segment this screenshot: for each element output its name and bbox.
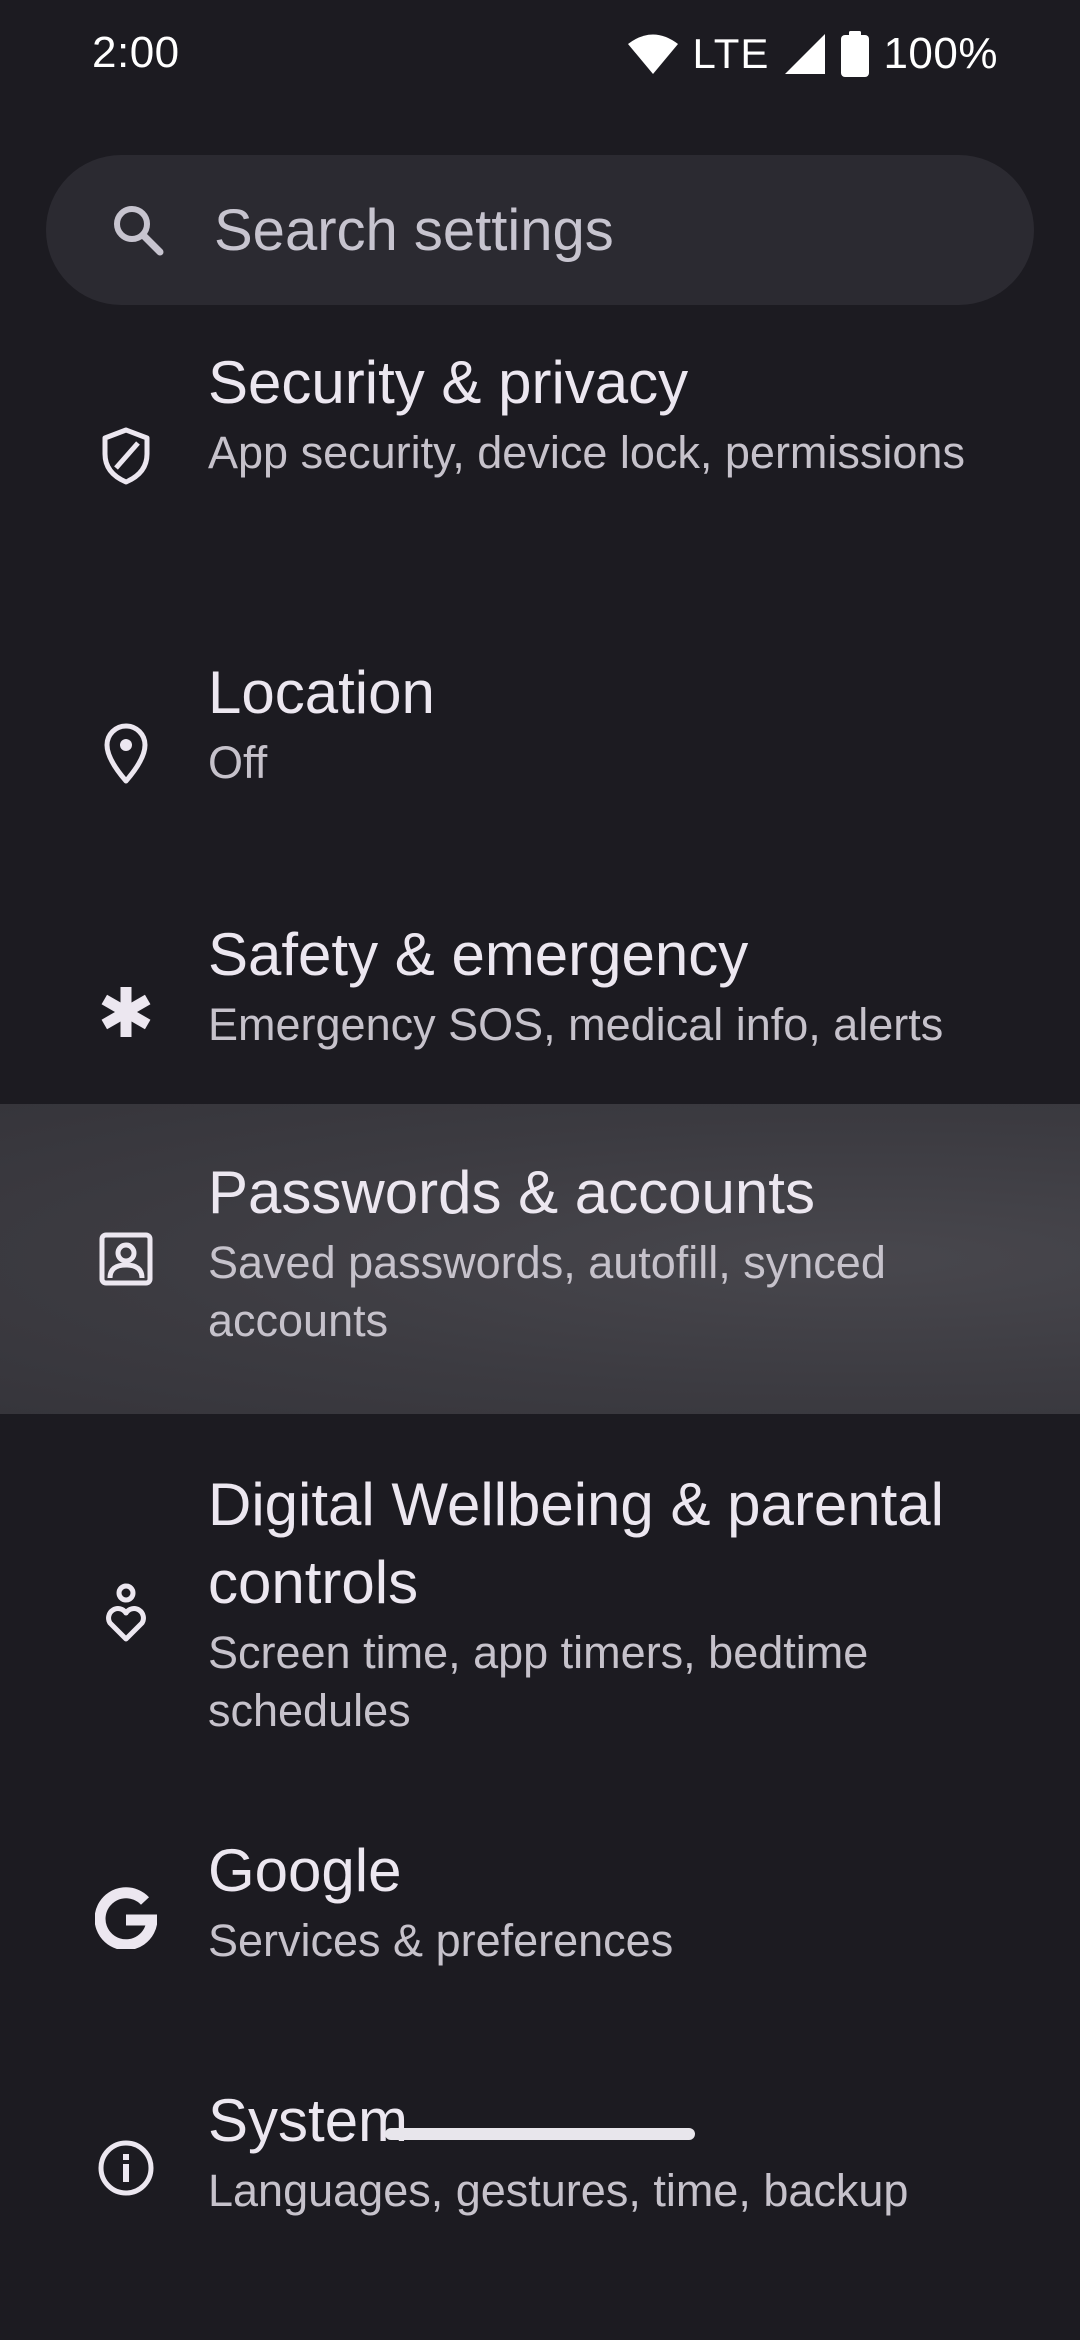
setting-title: Google (208, 1837, 402, 1904)
setting-security-privacy[interactable]: Security & privacy App security, device … (0, 330, 1080, 590)
search-placeholder: Search settings (214, 197, 614, 263)
setting-subtitle: Saved passwords, autofill, synced accoun… (208, 1237, 886, 1346)
setting-title: Security & privacy (208, 349, 689, 416)
setting-system[interactable]: System Languages, gestures, time, backup (0, 2060, 1080, 2300)
status-indicators: LTE 100% (627, 24, 998, 84)
setting-subtitle: Off (208, 737, 268, 788)
setting-title: System (208, 2087, 409, 2154)
setting-subtitle: Screen time, app timers, bedtime schedul… (208, 1627, 869, 1736)
status-bar: 2:00 LTE 100% (0, 0, 1080, 110)
setting-location[interactable]: Location Off (0, 630, 1080, 860)
setting-passwords-accounts[interactable]: Passwords & accounts Saved passwords, au… (0, 1104, 1080, 1414)
status-time: 2:00 (92, 28, 180, 77)
google-icon (92, 1884, 160, 1952)
battery-icon (841, 31, 870, 77)
setting-title: Digital Wellbeing & parental controls (208, 1471, 944, 1616)
setting-subtitle: Services & preferences (208, 1915, 674, 1966)
setting-google[interactable]: Google Services & preferences (0, 1810, 1080, 2030)
setting-safety-emergency[interactable]: Safety & emergency Emergency SOS, medica… (0, 890, 1080, 1120)
asterisk-icon (92, 978, 160, 1046)
setting-title: Location (208, 659, 435, 726)
setting-digital-wellbeing[interactable]: Digital Wellbeing & parental controls Sc… (0, 1440, 1080, 1770)
gesture-nav-handle[interactable] (385, 2128, 695, 2140)
setting-subtitle: App security, device lock, permissions (208, 427, 965, 478)
setting-subtitle: Languages, gestures, time, backup (208, 2165, 909, 2216)
setting-title: Safety & emergency (208, 921, 749, 988)
setting-subtitle: Emergency SOS, medical info, alerts (208, 999, 944, 1050)
setting-title: Passwords & accounts (208, 1159, 815, 1226)
wifi-icon (627, 33, 679, 75)
cell-signal-icon (783, 32, 827, 76)
location-pin-icon (92, 720, 160, 788)
info-icon (92, 2134, 160, 2202)
account-box-icon (92, 1225, 160, 1293)
search-icon (108, 200, 168, 260)
network-type-label: LTE (692, 30, 770, 77)
battery-percent: 100% (883, 29, 998, 78)
shield-icon (92, 422, 160, 490)
wellbeing-icon (92, 1579, 160, 1647)
search-bar[interactable]: Search settings (46, 155, 1034, 305)
